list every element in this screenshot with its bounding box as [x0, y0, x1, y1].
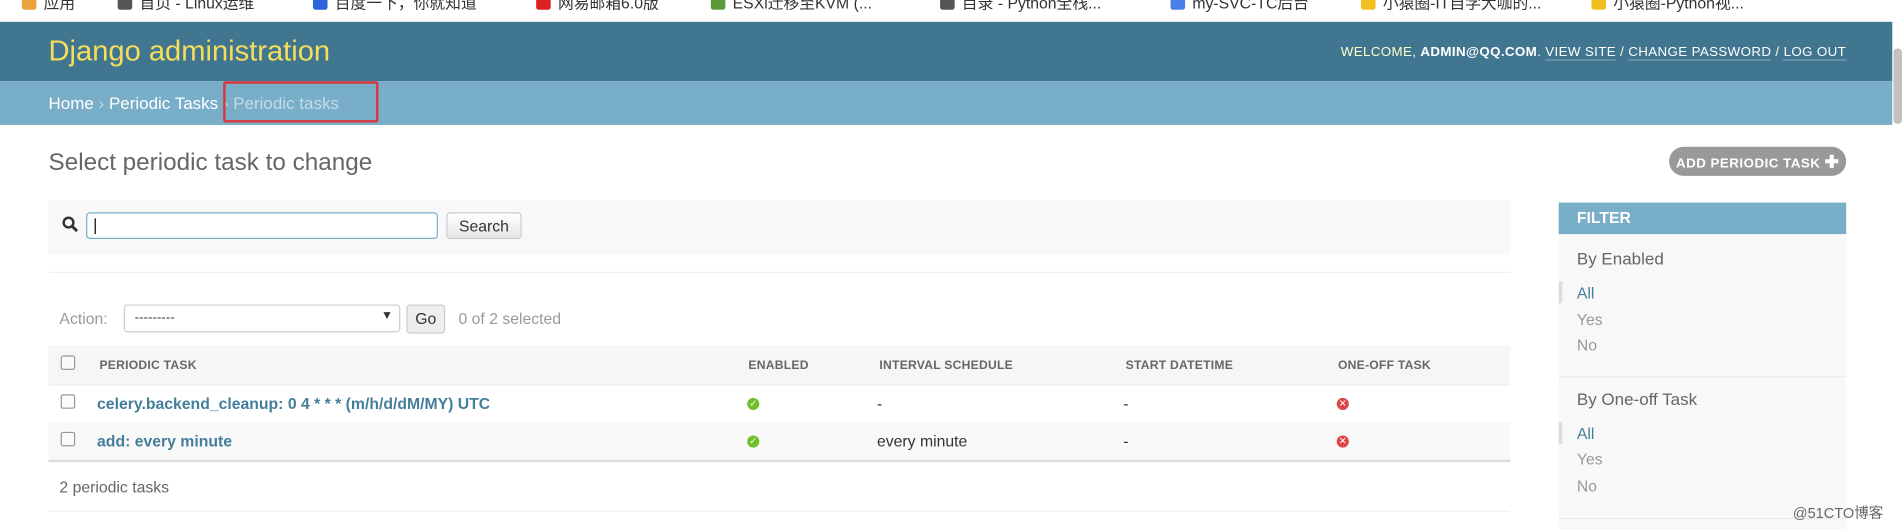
filter-title: FILTER — [1558, 202, 1847, 235]
filter-enabled-no[interactable]: No — [1577, 336, 1597, 354]
user-tools: WELCOME, ADMIN@QQ.COM. VIEW SITE / CHANG… — [1340, 44, 1847, 61]
start-datetime-cell: - — [1123, 431, 1129, 451]
add-button-label: ADD PERIODIC TASK — [1675, 156, 1821, 172]
plus-icon: ✚ — [1824, 151, 1840, 172]
breadcrumb-home[interactable]: Home — [49, 93, 94, 112]
annotation-highlight-box — [223, 81, 379, 123]
bookmark[interactable]: 百度一下，你就知道 — [312, 0, 477, 13]
filter-one-off-all[interactable]: All — [1577, 425, 1595, 443]
search-button[interactable]: Search — [446, 212, 522, 239]
bookmark-icon — [1591, 0, 1607, 10]
task-link[interactable]: add: every minute — [97, 432, 232, 450]
filter-enabled-yes[interactable]: Yes — [1577, 311, 1603, 329]
bookmark-icon — [1360, 0, 1376, 10]
column-header-one-off-task[interactable]: ONE-OFF TASK — [1338, 359, 1431, 372]
go-button[interactable]: Go — [406, 304, 446, 334]
bookmark[interactable]: 应用 — [21, 0, 75, 13]
filter-enabled-all[interactable]: All — [1577, 284, 1595, 302]
bookmark[interactable]: 网易邮箱6.0版 — [536, 0, 659, 13]
action-label: Action: — [59, 309, 108, 328]
breadcrumb-app[interactable]: Periodic Tasks — [109, 93, 218, 112]
bookmark[interactable]: ESXi迁移至KVM (... — [710, 0, 872, 13]
bookmark-icon — [117, 0, 133, 10]
filter-one-off-yes[interactable]: Yes — [1577, 450, 1603, 468]
mail-icon — [536, 0, 551, 10]
start-datetime-cell: - — [1123, 394, 1129, 413]
add-periodic-task-button[interactable]: ADD PERIODIC TASK ✚ — [1669, 146, 1847, 176]
row-checkbox[interactable] — [60, 394, 76, 409]
divider — [48, 459, 1511, 463]
bookmark[interactable]: 首页 - Linux运维 — [117, 0, 254, 13]
change-password-link[interactable]: CHANGE PASSWORD — [1628, 44, 1772, 61]
paginator: 2 periodic tasks — [59, 477, 170, 497]
filter-panel: FILTER By Enabled All Yes No By One-off … — [1558, 202, 1847, 529]
view-site-link[interactable]: VIEW SITE — [1545, 44, 1617, 61]
username: ADMIN@QQ.COM — [1420, 44, 1538, 60]
divider — [48, 510, 1511, 512]
enabled-yes-icon: ✓ — [747, 435, 760, 448]
separator: › — [98, 93, 105, 113]
watermark: @51CTO博客 — [1792, 504, 1884, 522]
search-icon — [62, 216, 79, 233]
table-row: celery.backend_cleanup: 0 4 * * * (m/h/d… — [48, 385, 1511, 424]
filter-group-title: By One-off Task — [1576, 389, 1698, 409]
log-out-link[interactable]: LOG OUT — [1783, 44, 1847, 61]
action-select[interactable]: --------- ▼ — [123, 304, 401, 333]
separator: / — [1620, 44, 1625, 60]
column-header-interval-schedule[interactable]: INTERVAL SCHEDULE — [879, 359, 1013, 372]
table-row: add: every minute ✓ every minute - ✕ — [48, 422, 1511, 461]
one-off-no-icon: ✕ — [1336, 435, 1349, 448]
bookmark-icon — [1170, 0, 1186, 10]
site-brand[interactable]: Django administration — [49, 35, 331, 69]
bookmark-icon — [710, 0, 726, 10]
bookmarks-bar: 应用 首页 - Linux运维 百度一下，你就知道 网易邮箱6.0版 ESXi迁… — [0, 0, 1902, 12]
bookmark[interactable]: 目录 - Python全栈... — [940, 0, 1101, 13]
bookmark-icon — [940, 0, 955, 10]
column-header-start-datetime[interactable]: START DATETIME — [1126, 359, 1233, 372]
enabled-yes-icon: ✓ — [747, 397, 760, 410]
interval-cell: - — [876, 394, 883, 413]
column-header-enabled[interactable]: ENABLED — [748, 359, 808, 372]
row-checkbox[interactable] — [60, 431, 76, 447]
action-selected: --------- — [134, 310, 175, 326]
bookmark[interactable]: 小猿圈-Python视... — [1591, 0, 1744, 13]
search-input[interactable] — [86, 212, 438, 239]
interval-cell: every minute — [876, 431, 968, 451]
search-toolbar: Search — [48, 200, 1511, 255]
baidu-icon — [312, 0, 328, 10]
filter-one-off-no[interactable]: No — [1577, 477, 1597, 495]
bookmark[interactable]: 小猿圈-IT自学大咖的... — [1360, 0, 1541, 13]
task-link[interactable]: celery.backend_cleanup: 0 4 * * * (m/h/d… — [97, 394, 490, 412]
filter-group-title: By Enabled — [1576, 248, 1664, 269]
dropdown-arrow-icon: ▼ — [380, 309, 394, 323]
separator: / — [1775, 44, 1780, 60]
table-header: PERIODIC TASK ENABLED INTERVAL SCHEDULE … — [48, 345, 1511, 386]
welcome-text: WELCOME, — [1340, 44, 1417, 60]
one-off-no-icon: ✕ — [1336, 397, 1349, 410]
apps-icon — [21, 0, 37, 10]
select-all-checkbox[interactable] — [60, 355, 76, 370]
bookmark[interactable]: my-SVC-TC后台 — [1170, 0, 1309, 13]
header: Django administration WELCOME, ADMIN@QQ.… — [0, 21, 1893, 82]
column-header-periodic-task[interactable]: PERIODIC TASK — [99, 359, 196, 372]
scrollbar[interactable] — [1893, 48, 1902, 124]
page-title: Select periodic task to change — [48, 149, 373, 176]
divider — [48, 271, 1511, 273]
selection-counter: 0 of 2 selected — [458, 309, 562, 328]
